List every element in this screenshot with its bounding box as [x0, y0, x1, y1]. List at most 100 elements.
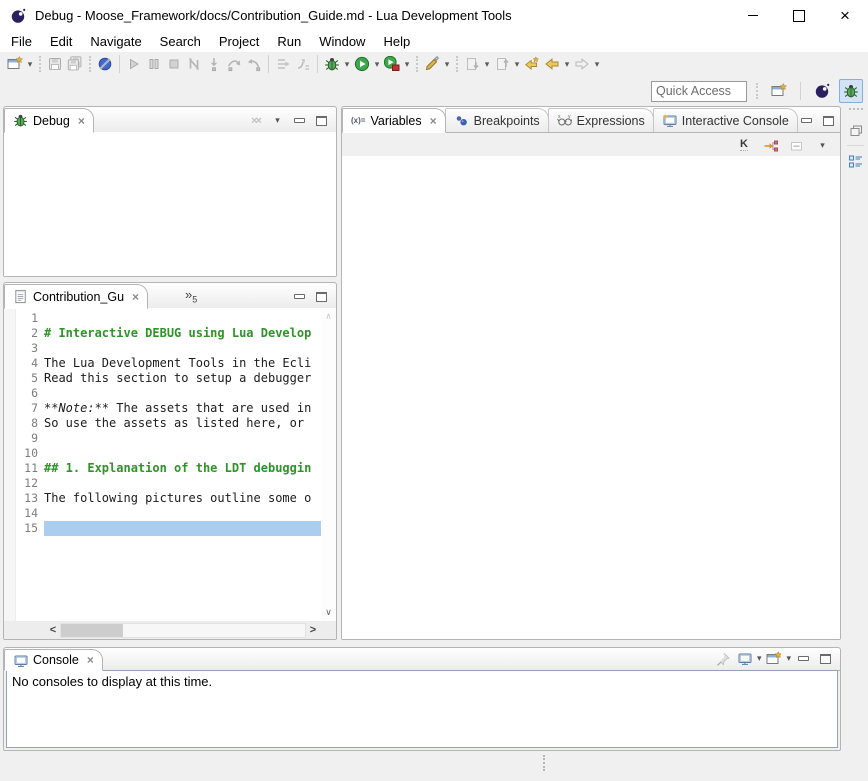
debug-button[interactable]: [322, 54, 342, 74]
variables-view: (x)= Variables × Breakpoints xy Expressi…: [341, 106, 841, 640]
tab-close-icon[interactable]: ×: [132, 290, 139, 304]
pin-console-button[interactable]: [713, 650, 732, 667]
drop-to-frame-button[interactable]: [273, 54, 293, 74]
variables-content[interactable]: [342, 156, 840, 639]
tab-variables[interactable]: (x)= Variables ×: [342, 108, 446, 133]
tab-console[interactable]: Console ×: [4, 649, 103, 671]
scroll-right-icon[interactable]: >: [306, 624, 320, 636]
minimize-icon: [294, 118, 305, 123]
open-console-dropdown[interactable]: ▾: [786, 653, 791, 664]
debug-minimize-button[interactable]: [290, 112, 309, 129]
run-button[interactable]: [352, 54, 372, 74]
tab-expressions[interactable]: xy Expressions: [548, 108, 654, 132]
save-all-button[interactable]: [65, 54, 85, 74]
collapse-all-button[interactable]: [787, 136, 805, 154]
debug-view-menu-button[interactable]: ▾: [268, 112, 287, 129]
back-button[interactable]: [542, 54, 562, 74]
open-perspective-button[interactable]: [767, 79, 791, 103]
external-tools-dropdown[interactable]: ▾: [442, 59, 452, 70]
line-number-gutter[interactable]: 123456789101112131415: [4, 308, 44, 621]
scroll-down-icon[interactable]: ∨: [325, 607, 332, 618]
new-wizard-button[interactable]: [5, 54, 25, 74]
back-dropdown[interactable]: ▾: [562, 59, 572, 70]
forward-dropdown[interactable]: ▾: [592, 59, 602, 70]
console-view: Console × ▾ ▾ No consoles to display at …: [3, 647, 841, 751]
save-button[interactable]: [45, 54, 65, 74]
editor-horizontal-scrollbar[interactable]: < >: [4, 621, 336, 639]
hidden-editors-chevron[interactable]: »5: [185, 287, 197, 305]
last-edit-location-button[interactable]: [522, 54, 542, 74]
editor-maximize-button[interactable]: [312, 288, 331, 305]
scroll-up-icon[interactable]: ∧: [325, 311, 332, 322]
menu-item-edit[interactable]: Edit: [41, 32, 81, 51]
tab-interactive-console[interactable]: Interactive Console: [653, 108, 798, 132]
use-step-filters-button[interactable]: [293, 54, 313, 74]
scroll-left-icon[interactable]: <: [46, 624, 60, 636]
suspend-button[interactable]: [144, 54, 164, 74]
editor-minimize-button[interactable]: [290, 288, 309, 305]
restore-views-button[interactable]: [846, 120, 866, 140]
tab-close-icon[interactable]: ×: [430, 114, 437, 128]
skip-breakpoints-button[interactable]: [95, 54, 115, 74]
editor-code-area[interactable]: # Interactive DEBUG using Lua DevelopThe…: [44, 308, 321, 621]
console-minimize-button[interactable]: [794, 650, 813, 667]
step-over-button[interactable]: [224, 54, 244, 74]
variables-maximize-button[interactable]: [819, 112, 838, 129]
coverage-dropdown[interactable]: ▾: [402, 59, 412, 70]
menu-item-project[interactable]: Project: [210, 32, 268, 51]
tab-debug[interactable]: Debug ×: [4, 108, 94, 133]
show-logical-structure-button[interactable]: [761, 136, 779, 154]
next-annotation-button[interactable]: [462, 54, 482, 74]
console-maximize-button[interactable]: [816, 650, 835, 667]
tab-debug-label: Debug: [33, 114, 70, 128]
previous-annotation-button[interactable]: [492, 54, 512, 74]
debug-perspective-button[interactable]: [839, 79, 863, 103]
step-into-button[interactable]: [204, 54, 224, 74]
open-console-button[interactable]: [764, 650, 783, 667]
variables-view-menu-button[interactable]: ▾: [813, 137, 832, 154]
menu-item-window[interactable]: Window: [310, 32, 374, 51]
debug-dropdown[interactable]: ▾: [342, 59, 352, 70]
trim-drag-handle[interactable]: [849, 108, 863, 115]
toolbar-grip: [456, 56, 458, 72]
next-annotation-dropdown[interactable]: ▾: [482, 59, 492, 70]
display-console-dropdown[interactable]: ▾: [757, 653, 762, 664]
display-selected-console-button[interactable]: [735, 650, 754, 667]
window-maximize-button[interactable]: [776, 0, 822, 31]
window-close-button[interactable]: ×: [822, 0, 868, 31]
coverage-button[interactable]: [382, 54, 402, 74]
editor-vertical-scrollbar[interactable]: ∧ ∨: [321, 308, 336, 621]
application-window: Debug - Moose_Framework/docs/Contributio…: [0, 0, 868, 781]
variables-minimize-button[interactable]: [797, 112, 816, 129]
menu-item-run[interactable]: Run: [268, 32, 310, 51]
status-bar-drag-handle[interactable]: [543, 755, 545, 771]
debug-maximize-button[interactable]: [312, 112, 331, 129]
lua-perspective-button[interactable]: [810, 79, 834, 103]
console-content[interactable]: No consoles to display at this time.: [6, 670, 838, 748]
menu-item-file[interactable]: File: [2, 32, 41, 51]
outline-view-button[interactable]: [846, 151, 866, 171]
disconnect-button[interactable]: [184, 54, 204, 74]
forward-button[interactable]: [572, 54, 592, 74]
tab-close-icon[interactable]: ×: [78, 114, 85, 128]
tab-close-icon[interactable]: ×: [87, 653, 94, 667]
menu-item-navigate[interactable]: Navigate: [81, 32, 150, 51]
run-dropdown[interactable]: ▾: [372, 59, 382, 70]
terminate-button[interactable]: [164, 54, 184, 74]
scrollbar-thumb[interactable]: [61, 624, 123, 637]
show-type-names-button[interactable]: K: [735, 136, 753, 154]
external-tools-button[interactable]: [422, 54, 442, 74]
remove-all-terminated-button[interactable]: ××: [246, 112, 265, 129]
debug-view-content[interactable]: [4, 132, 336, 276]
scrollbar-track[interactable]: [60, 623, 306, 638]
step-return-button[interactable]: [244, 54, 264, 74]
quick-access-input[interactable]: [651, 81, 747, 102]
previous-annotation-dropdown[interactable]: ▾: [512, 59, 522, 70]
window-minimize-button[interactable]: [730, 0, 776, 31]
menu-item-search[interactable]: Search: [151, 32, 210, 51]
new-wizard-dropdown[interactable]: ▾: [25, 59, 35, 70]
menu-item-help[interactable]: Help: [374, 32, 419, 51]
tab-breakpoints[interactable]: Breakpoints: [445, 108, 549, 132]
tab-contribution-guide[interactable]: Contribution_Gu ×: [4, 284, 148, 309]
resume-button[interactable]: [124, 54, 144, 74]
